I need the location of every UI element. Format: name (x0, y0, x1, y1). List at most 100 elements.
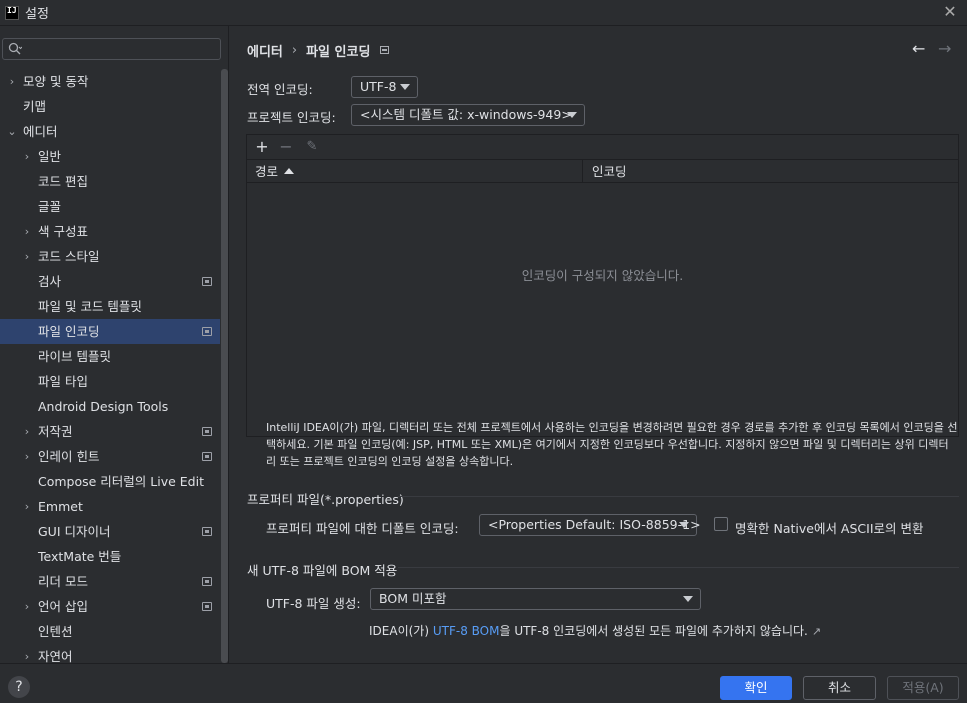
sidebar-item-label: 인텐션 (38, 624, 73, 639)
sidebar-item[interactable]: TextMate 번들 (0, 544, 220, 569)
sidebar-item[interactable]: › Emmet (0, 494, 220, 519)
chevron-right-icon[interactable]: › (21, 594, 33, 619)
bom-note-prefix: IDEA이(가) (369, 624, 433, 638)
project-scope-icon (202, 427, 212, 436)
sidebar-item[interactable]: › 색 구성표 (0, 219, 220, 244)
sidebar-item[interactable]: Compose 리터럴의 Live Edit (0, 469, 220, 494)
ok-button[interactable]: 확인 (720, 676, 792, 700)
bom-section-divider (398, 567, 959, 568)
chevron-right-icon[interactable]: › (21, 144, 33, 169)
remove-icon: − (279, 137, 293, 156)
sidebar-item-label: 언어 삽입 (38, 599, 88, 614)
external-link-icon: ↗ (811, 625, 822, 638)
sidebar-item[interactable]: 코드 편집 (0, 169, 220, 194)
intellij-logo-icon (5, 5, 19, 20)
chevron-down-icon (400, 84, 410, 90)
sidebar-item[interactable]: 파일 및 코드 템플릿 (0, 294, 220, 319)
sidebar-item[interactable]: 파일 타입 (0, 369, 220, 394)
sidebar-item[interactable]: › 일반 (0, 144, 220, 169)
chevron-right-icon[interactable]: › (21, 244, 33, 269)
settings-sidebar: › 모양 및 동작 키맵 ⌄ 에디터 › 일반 코드 편집 글꼴 › 색 구성표 › 코드 스타일 검사 파… (0, 26, 229, 663)
settings-main-panel: 에디터 › 파일 인코딩 ← → 전역 인코딩: UTF-8 프로젝트 인코딩:… (230, 26, 967, 663)
sort-ascending-icon (284, 167, 295, 174)
chevron-down-icon (567, 112, 577, 118)
native-to-ascii-checkbox[interactable] (714, 517, 728, 531)
chevron-right-icon[interactable]: › (21, 419, 33, 444)
sidebar-item-label: 파일 타입 (38, 374, 88, 389)
sidebar-item-label: 파일 및 코드 템플릿 (38, 299, 142, 314)
breadcrumb-parent[interactable]: 에디터 (247, 41, 283, 60)
project-scope-icon (380, 46, 390, 54)
sidebar-item-label: 자연어 (38, 649, 73, 663)
close-icon[interactable]: ✕ (941, 3, 959, 21)
sidebar-item[interactable]: Android Design Tools (0, 394, 220, 419)
utf8-bom-link[interactable]: UTF-8 BOM (433, 624, 500, 638)
chevron-right-icon[interactable]: › (21, 219, 33, 244)
sidebar-item[interactable]: › 저작권 (0, 419, 220, 444)
chevron-right-icon[interactable]: › (21, 444, 33, 469)
sidebar-scroll-thumb[interactable] (221, 69, 228, 663)
sidebar-item-label: Android Design Tools (38, 399, 169, 414)
utf8-bom-dropdown[interactable]: BOM 미포함 (370, 588, 701, 610)
bom-note-suffix: 을 UTF-8 인코딩에서 생성된 모든 파일에 추가하지 않습니다. (499, 624, 808, 638)
properties-default-encoding-label: 프로퍼티 파일에 대한 디폴트 인코딩: (266, 521, 459, 536)
utf8-create-label: UTF-8 파일 생성: (266, 596, 361, 611)
project-scope-icon (202, 527, 212, 536)
bom-note: IDEA이(가) UTF-8 BOM을 UTF-8 인코딩에서 생성된 모든 파… (369, 622, 821, 639)
bom-section-title: 새 UTF-8 파일에 BOM 적용 (247, 563, 398, 578)
sidebar-item-label: 색 구성표 (38, 224, 88, 239)
sidebar-item[interactable]: › 자연어 (0, 644, 220, 663)
sidebar-item-label: 파일 인코딩 (38, 324, 100, 339)
chevron-right-icon[interactable]: › (21, 644, 33, 663)
apply-button: 적용(A) (887, 676, 959, 700)
sidebar-item[interactable]: GUI 디자이너 (0, 519, 220, 544)
sidebar-item-label: 라이브 템플릿 (38, 349, 111, 364)
sidebar-item[interactable]: › 모양 및 동작 (0, 69, 220, 94)
sidebar-item-label: 모양 및 동작 (23, 74, 89, 89)
sidebar-item[interactable]: 인텐션 (0, 619, 220, 644)
sidebar-item[interactable]: 키맵 (0, 94, 220, 119)
column-header-path-label: 경로 (255, 164, 279, 179)
sidebar-item[interactable]: 글꼴 (0, 194, 220, 219)
project-encoding-dropdown[interactable]: <시스템 디폴트 값: x-windows-949> (351, 104, 585, 126)
chevron-down-icon[interactable]: ⌄ (6, 119, 18, 144)
sidebar-item[interactable]: 라이브 템플릿 (0, 344, 220, 369)
add-icon[interactable]: + (252, 136, 272, 158)
breadcrumb: 에디터 › 파일 인코딩 (247, 41, 390, 60)
sidebar-item[interactable]: 리더 모드 (0, 569, 220, 594)
global-encoding-label: 전역 인코딩: (247, 82, 313, 97)
sidebar-item[interactable]: 검사 (0, 269, 220, 294)
forward-arrow-icon: → (938, 39, 952, 58)
sidebar-item[interactable]: ⌄ 에디터 (0, 119, 220, 144)
sidebar-item-label: 키맵 (23, 99, 47, 114)
sidebar-item[interactable]: 파일 인코딩 (0, 319, 220, 344)
properties-section-divider (398, 496, 959, 497)
settings-search-input[interactable] (2, 38, 221, 60)
sidebar-item[interactable]: › 언어 삽입 (0, 594, 220, 619)
sidebar-item-label: Compose 리터럴의 Live Edit (38, 474, 204, 489)
encoding-description: IntelliJ IDEA이(가) 파일, 디렉터리 또는 전체 프로젝트에서 … (266, 421, 958, 468)
chevron-right-icon[interactable]: › (21, 494, 33, 519)
column-header-encoding[interactable]: 인코딩 (584, 160, 958, 183)
chevron-right-icon[interactable]: › (6, 69, 18, 94)
sidebar-item[interactable]: › 코드 스타일 (0, 244, 220, 269)
back-arrow-icon[interactable]: ← (912, 39, 925, 58)
breadcrumb-separator-icon: › (291, 42, 298, 58)
global-encoding-dropdown[interactable]: UTF-8 (351, 76, 418, 98)
sidebar-item[interactable]: › 인레이 힌트 (0, 444, 220, 469)
sidebar-scrollbar[interactable] (221, 69, 228, 663)
column-header-path[interactable]: 경로 (247, 160, 583, 183)
properties-default-encoding-dropdown[interactable]: <Properties Default: ISO-8859-1> (479, 514, 701, 536)
dialog-footer: ? 확인 취소 적용(A) (0, 663, 967, 703)
properties-section-title: 프로퍼티 파일(*.properties) (247, 492, 404, 507)
sidebar-item-label: 검사 (38, 274, 62, 289)
sidebar-item-label: 일반 (38, 149, 62, 164)
edit-icon: ✎ (306, 139, 318, 154)
column-header-encoding-label: 인코딩 (592, 164, 627, 179)
help-button[interactable]: ? (8, 676, 30, 698)
project-scope-icon (202, 327, 212, 336)
sidebar-item-label: 코드 편집 (38, 174, 88, 189)
cancel-button[interactable]: 취소 (803, 676, 876, 700)
table-empty-text: 인코딩이 구성되지 않았습니다. (521, 268, 684, 283)
breadcrumb-current: 파일 인코딩 (306, 44, 371, 60)
